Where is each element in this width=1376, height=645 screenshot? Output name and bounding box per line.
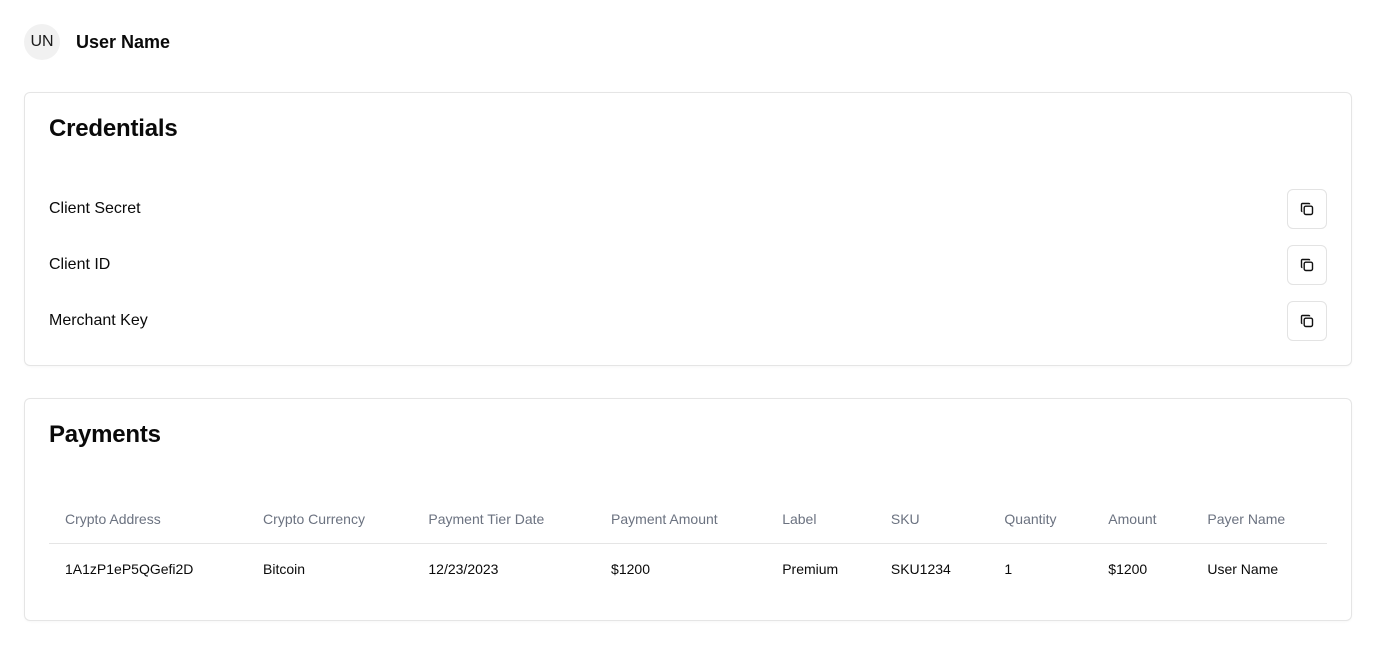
- credential-label: Merchant Key: [49, 312, 148, 329]
- column-header-label: Label: [766, 495, 875, 544]
- column-header-quantity: Quantity: [988, 495, 1093, 544]
- copy-icon: [1300, 314, 1314, 328]
- cell-label: Premium: [782, 561, 839, 578]
- copy-client-id-button[interactable]: [1287, 245, 1327, 285]
- user-header: UN User Name: [24, 24, 170, 60]
- table-row[interactable]: 1A1zP1eP5QGefi2D Bitcoin 12/23/2023 $120…: [49, 543, 1327, 595]
- column-header-crypto-address: Crypto Address: [49, 495, 248, 544]
- column-header-payment-tier-date: Payment Tier Date: [412, 495, 596, 544]
- table-header-row: Crypto Address Crypto Currency Payment T…: [49, 495, 1327, 544]
- credentials-card: Credentials Client Secret Client ID Merc…: [24, 92, 1352, 366]
- payments-table: Crypto Address Crypto Currency Payment T…: [49, 495, 1327, 595]
- column-header-amount: Amount: [1092, 495, 1192, 544]
- cell-payment-amount: $1200: [611, 561, 650, 578]
- column-header-crypto-currency: Crypto Currency: [247, 495, 413, 544]
- column-header-payer-name: Payer Name: [1191, 495, 1327, 544]
- copy-icon: [1300, 258, 1314, 272]
- avatar[interactable]: UN: [24, 24, 60, 60]
- credential-label: Client ID: [49, 256, 111, 273]
- user-name: User Name: [76, 31, 171, 52]
- column-header-payment-amount: Payment Amount: [595, 495, 767, 544]
- column-header-sku: SKU: [874, 495, 989, 544]
- payments-card: Payments Crypto Address Crypto Currency …: [24, 398, 1352, 621]
- copy-merchant-key-button[interactable]: [1287, 301, 1327, 341]
- copy-icon: [1300, 202, 1314, 216]
- payments-table-wrapper: Crypto Address Crypto Currency Payment T…: [49, 495, 1327, 595]
- cell-crypto-currency: Bitcoin: [263, 561, 306, 578]
- cell-sku: SKU1234: [890, 561, 951, 578]
- credential-label: Client Secret: [49, 200, 141, 217]
- credential-row-merchant-key: Merchant Key: [49, 301, 1327, 341]
- cell-payment-tier-date: 12/23/2023: [428, 561, 499, 578]
- copy-client-secret-button[interactable]: [1287, 189, 1327, 229]
- cell-crypto-address: 1A1zP1eP5QGefi2D: [65, 561, 194, 578]
- credentials-title: Credentials: [49, 115, 178, 142]
- payments-title: Payments: [49, 421, 161, 448]
- credential-row-client-id: Client ID: [49, 245, 1327, 285]
- cell-amount: $1200: [1108, 561, 1148, 578]
- cell-quantity: 1: [1004, 561, 1013, 578]
- cell-payer-name: User Name: [1207, 561, 1279, 578]
- credential-row-client-secret: Client Secret: [49, 189, 1327, 229]
